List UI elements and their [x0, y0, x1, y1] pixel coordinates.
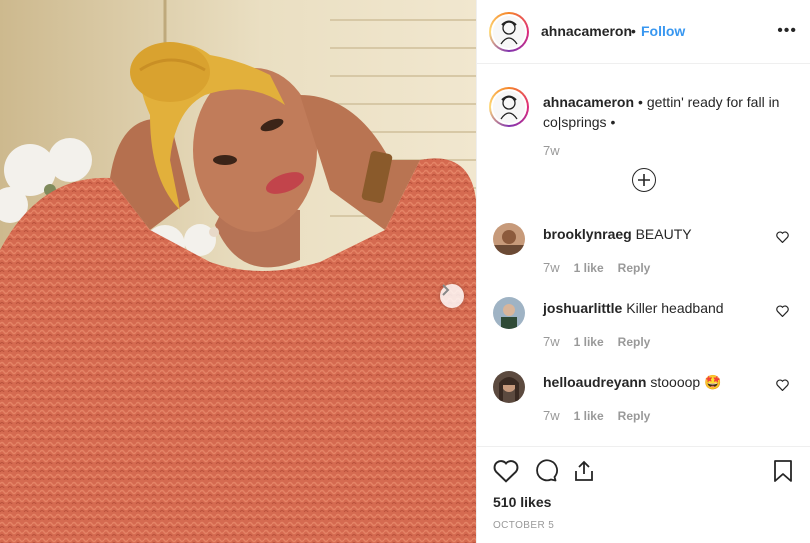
commenter-avatar[interactable]	[493, 223, 525, 255]
commenter-username[interactable]: brooklynraeg	[543, 226, 632, 242]
reply-button[interactable]: Reply	[618, 261, 651, 275]
star-struck-emoji: 🤩	[704, 374, 722, 390]
comment-body: Killer headband	[626, 300, 724, 316]
next-photo-button[interactable]	[440, 284, 464, 308]
post-sidebar: ahnacameron • Follow ••• ahnacameron • ge…	[476, 0, 810, 543]
comment-text: helloaudreyann stoooop 🤩	[543, 373, 763, 391]
likes-count[interactable]: 510 likes	[493, 494, 551, 510]
load-more-comments-button[interactable]	[632, 168, 656, 192]
comment-meta: 7w 1 like Reply	[543, 408, 650, 423]
comment-body: stoooop	[650, 374, 701, 390]
avatar-photo	[493, 297, 525, 329]
comment-timestamp[interactable]: 7w	[543, 334, 560, 349]
post-header: ahnacameron • Follow •••	[477, 0, 810, 64]
heart-icon[interactable]	[776, 379, 789, 391]
comment-meta: 7w 1 like Reply	[543, 260, 650, 275]
caption-avatar[interactable]	[489, 87, 529, 127]
heart-icon[interactable]	[776, 305, 789, 317]
caption-username[interactable]: ahnacameron	[543, 94, 634, 110]
avatar-illustration	[493, 91, 525, 123]
avatar-photo	[493, 223, 525, 255]
comment-icon[interactable]	[533, 459, 559, 483]
reply-button[interactable]: Reply	[618, 409, 651, 423]
caption-text: ahnacameron • gettin' ready for fall in c…	[543, 92, 793, 132]
post-actions: 510 likes OCTOBER 5	[477, 446, 810, 543]
comment-body: BEAUTY	[635, 226, 692, 242]
comment-timestamp[interactable]: 7w	[543, 408, 560, 423]
more-options-icon[interactable]: •••	[777, 22, 797, 40]
comment-text: joshuarlittle Killer headband	[543, 299, 763, 317]
reply-button[interactable]: Reply	[618, 335, 651, 349]
post-photo[interactable]	[0, 0, 476, 543]
chevron-right-icon	[442, 284, 450, 296]
follow-button[interactable]: Follow	[641, 23, 685, 39]
share-icon[interactable]	[572, 459, 596, 483]
heart-icon[interactable]	[776, 231, 789, 243]
author-username[interactable]: ahnacameron	[541, 23, 632, 39]
comment-timestamp[interactable]: 7w	[543, 260, 560, 275]
caption-timestamp[interactable]: 7w	[543, 143, 560, 158]
avatar-photo	[493, 371, 525, 403]
plus-circle-icon	[638, 174, 650, 186]
comment-likes[interactable]: 1 like	[574, 409, 604, 423]
comment-item: helloaudreyann stoooop 🤩 7w 1 like Reply	[477, 371, 810, 441]
bookmark-icon[interactable]	[773, 459, 793, 483]
author-avatar[interactable]	[489, 12, 529, 52]
commenter-avatar[interactable]	[493, 371, 525, 403]
commenter-username[interactable]: helloaudreyann	[543, 374, 646, 390]
commenter-avatar[interactable]	[493, 297, 525, 329]
post-image	[0, 0, 476, 543]
commenter-username[interactable]: joshuarlittle	[543, 300, 622, 316]
comment-item: brooklynraeg BEAUTY 7w 1 like Reply	[477, 223, 810, 293]
heart-icon[interactable]	[493, 459, 519, 483]
post-date[interactable]: OCTOBER 5	[493, 520, 554, 531]
comment-meta: 7w 1 like Reply	[543, 334, 650, 349]
separator-dot: •	[631, 23, 636, 39]
comment-item: joshuarlittle Killer headband 7w 1 like …	[477, 297, 810, 367]
comment-likes[interactable]: 1 like	[574, 261, 604, 275]
comment-likes[interactable]: 1 like	[574, 335, 604, 349]
avatar-illustration	[493, 16, 525, 48]
comment-text: brooklynraeg BEAUTY	[543, 225, 763, 243]
